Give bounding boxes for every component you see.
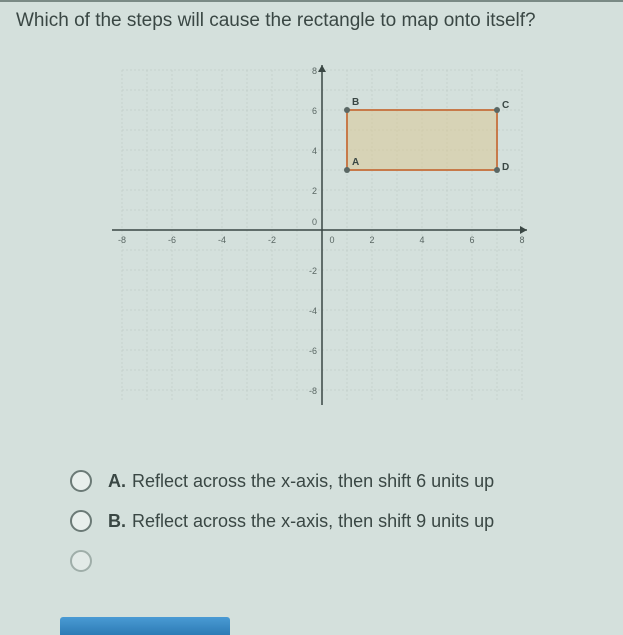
tick-x: -4	[217, 235, 225, 245]
option-b[interactable]: B. Reflect across the x-axis, then shift …	[70, 510, 623, 532]
radio-icon	[70, 470, 92, 492]
tick-x: 2	[369, 235, 374, 245]
vertex-d	[494, 167, 500, 173]
question-text: Which of the steps will cause the rectan…	[0, 2, 623, 40]
vertex-a	[344, 167, 350, 173]
label-d: D	[502, 162, 509, 173]
tick-x: -8	[117, 235, 125, 245]
tick-y: 6	[311, 106, 316, 116]
option-letter: A.	[108, 471, 126, 491]
tick-y: -6	[308, 346, 316, 356]
tick-x: 6	[469, 235, 474, 245]
tick-x: -2	[267, 235, 275, 245]
tick-origin: 0	[329, 235, 334, 245]
radio-icon	[70, 550, 92, 572]
tick-y: 4	[311, 146, 316, 156]
tick-y: 2	[311, 186, 316, 196]
tick-x: -6	[167, 235, 175, 245]
radio-icon	[70, 510, 92, 532]
tick-y: 8	[311, 66, 316, 76]
tick-y: -4	[308, 306, 316, 316]
vertex-b	[344, 107, 350, 113]
option-text: Reflect across the x-axis, then shift 6 …	[132, 471, 494, 491]
option-c-partial[interactable]	[70, 550, 623, 572]
tick-y: -8	[308, 386, 316, 396]
option-letter: B.	[108, 511, 126, 531]
label-c: C	[502, 100, 509, 111]
label-b: B	[352, 97, 359, 108]
option-a[interactable]: A. Reflect across the x-axis, then shift …	[70, 470, 623, 492]
option-text: Reflect across the x-axis, then shift 9 …	[132, 511, 494, 531]
bottom-button-bar[interactable]	[60, 617, 230, 635]
tick-y: 0	[311, 217, 316, 227]
tick-y: -2	[308, 266, 316, 276]
rectangle-abcd	[347, 110, 497, 170]
coordinate-graph: -8 -6 -4 -2 0 2 4 6 8 8 6 4 2 0 -2 -4 -6…	[92, 50, 532, 420]
label-a: A	[352, 157, 359, 168]
tick-x: 4	[419, 235, 424, 245]
vertex-c	[494, 107, 500, 113]
tick-x: 8	[519, 235, 524, 245]
